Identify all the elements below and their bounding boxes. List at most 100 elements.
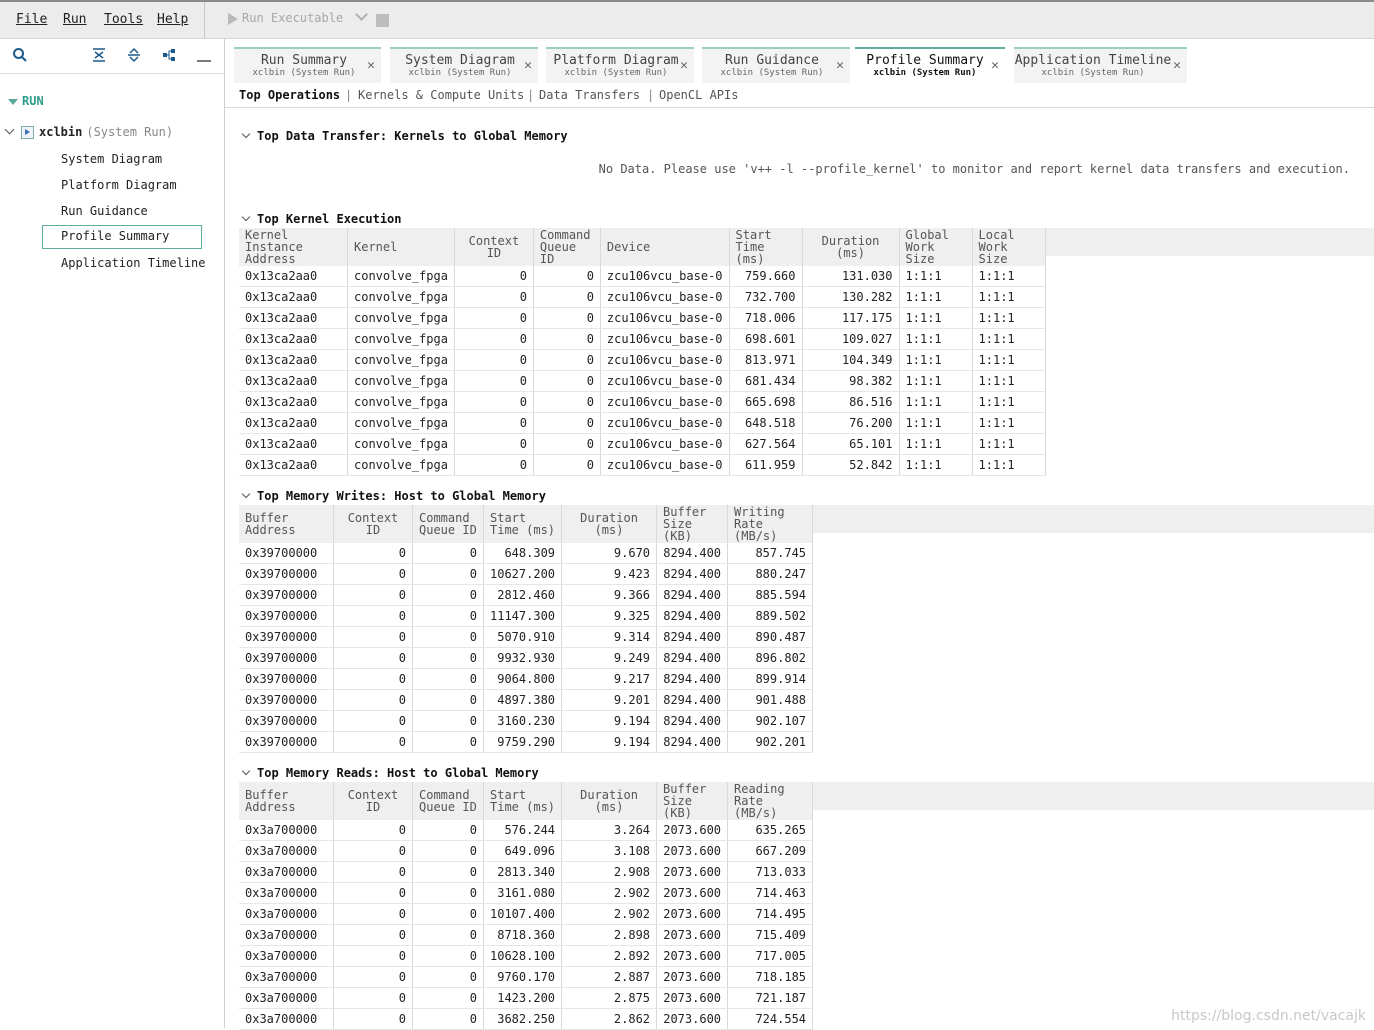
column-header[interactable]: Buffer Size (KB) — [656, 505, 729, 543]
tab-kernels-compute-units[interactable]: Kernels & Compute Units — [358, 88, 524, 102]
column-header[interactable]: Command Queue ID — [412, 782, 484, 820]
sidebar-item-platform-diagram[interactable]: Platform Diagram — [61, 178, 177, 192]
sidebar-item-profile-summary[interactable]: Profile Summary — [42, 225, 202, 249]
column-header[interactable]: Local Work Size — [972, 228, 1046, 266]
column-header[interactable]: Start Time (ms) — [483, 782, 563, 820]
menu-run[interactable]: Run — [63, 12, 86, 27]
section-top-data-transfer[interactable]: Top Data Transfer: Kernels to Global Mem… — [241, 129, 568, 143]
run-section-header[interactable]: RUN — [8, 94, 44, 108]
section-top-kernel-execution[interactable]: Top Kernel Execution — [241, 212, 402, 226]
tab-system-diagram[interactable]: System Diagram xclbin (System Run) ✕ — [390, 47, 538, 83]
column-header[interactable]: Global Work Size — [899, 228, 973, 266]
tab-run-summary[interactable]: Run Summary xclbin (System Run) ✕ — [234, 47, 381, 83]
search-icon[interactable] — [12, 47, 28, 63]
column-header[interactable]: Buffer Address — [239, 782, 334, 820]
table-row[interactable]: 0x3a700000 0 0 9760.170 2.887 2073.600 718.185 — [239, 966, 814, 988]
table-row[interactable]: 0x13ca2aa0 convolve_fpga 0 0 zcu106vcu_base-… — [239, 391, 1046, 413]
tab-application-timeline[interactable]: Application Timeline xclbin (System Run) ✕ — [1014, 47, 1187, 83]
table-row[interactable]: 0x13ca2aa0 convolve_fpga 0 0 zcu106vcu_base-… — [239, 307, 1046, 329]
table-row[interactable]: 0x13ca2aa0 convolve_fpga 0 0 zcu106vcu_base-… — [239, 370, 1046, 392]
sidebar-item-application-timeline[interactable]: Application Timeline — [61, 256, 206, 270]
stop-icon[interactable] — [376, 14, 389, 27]
table-row[interactable]: 0x13ca2aa0 convolve_fpga 0 0 zcu106vcu_base-… — [239, 286, 1046, 308]
column-header[interactable]: Writing Rate (MB/s) — [727, 505, 814, 543]
column-header[interactable]: Duration (ms) — [802, 228, 900, 266]
close-icon[interactable]: ✕ — [524, 58, 532, 73]
table-row[interactable]: 0x13ca2aa0 convolve_fpga 0 0 zcu106vcu_base-… — [239, 412, 1046, 434]
close-icon[interactable]: ✕ — [1173, 58, 1181, 73]
close-icon[interactable]: ✕ — [991, 58, 999, 73]
column-header[interactable]: Start Time (ms) — [483, 505, 563, 543]
chevron-down-icon[interactable] — [241, 766, 251, 776]
menu-tools[interactable]: Tools — [104, 12, 143, 27]
column-header[interactable]: Kernel — [347, 228, 455, 266]
table-row[interactable]: 0x13ca2aa0 convolve_fpga 0 0 zcu106vcu_base-… — [239, 266, 1046, 287]
table-row[interactable]: 0x39700000 0 0 9759.290 9.194 8294.400 902.201 — [239, 731, 814, 753]
xclbin-tree-node[interactable]: xclbin (System Run) — [4, 124, 173, 139]
table-row[interactable]: 0x3a700000 0 0 8718.360 2.898 2073.600 715.409 — [239, 924, 814, 946]
chevron-down-icon[interactable] — [355, 8, 369, 21]
chevron-down-icon[interactable] — [241, 129, 251, 139]
table-row[interactable]: 0x39700000 0 0 5070.910 9.314 8294.400 890.487 — [239, 626, 814, 648]
table-row[interactable]: 0x3a700000 0 0 1423.200 2.875 2073.600 721.187 — [239, 987, 814, 1009]
column-header[interactable]: Reading Rate (MB/s) — [727, 782, 814, 820]
sidebar-item-run-guidance[interactable]: Run Guidance — [61, 204, 148, 218]
tab-top-operations[interactable]: Top Operations — [239, 88, 340, 102]
column-header[interactable]: Duration (ms) — [561, 782, 658, 820]
menu-file[interactable]: File — [16, 12, 47, 27]
tab-profile-summary[interactable]: Profile Summary xclbin (System Run) ✕ — [855, 47, 1005, 83]
play-icon — [228, 12, 238, 25]
table-row[interactable]: 0x13ca2aa0 convolve_fpga 0 0 zcu106vcu_base-… — [239, 328, 1046, 350]
expand-all-icon[interactable] — [126, 47, 142, 63]
table-row[interactable]: 0x39700000 0 0 9064.800 9.217 8294.400 899.914 — [239, 668, 814, 690]
table-row[interactable]: 0x13ca2aa0 convolve_fpga 0 0 zcu106vcu_base-… — [239, 433, 1046, 455]
table-row[interactable]: 0x39700000 0 0 648.309 9.670 8294.400 857.745 — [239, 543, 814, 564]
table-row[interactable]: 0x3a700000 0 0 576.244 3.264 2073.600 635.265 — [239, 820, 814, 841]
column-header[interactable]: Kernel Instance Address — [239, 228, 348, 266]
table-row[interactable]: 0x3a700000 0 0 3682.250 2.862 2073.600 724.554 — [239, 1008, 814, 1030]
column-header[interactable]: Start Time (ms) — [729, 228, 803, 266]
sidebar-item-system-diagram[interactable]: System Diagram — [61, 152, 162, 166]
close-icon[interactable]: ✕ — [836, 58, 844, 73]
table-cell: 109.027 — [802, 328, 900, 350]
column-header[interactable]: Command Queue ID — [412, 505, 484, 543]
column-header[interactable]: Device — [600, 228, 730, 266]
section-top-memory-reads[interactable]: Top Memory Reads: Host to Global Memory — [241, 766, 539, 780]
hierarchy-icon[interactable] — [161, 47, 177, 63]
table-row[interactable]: 0x13ca2aa0 convolve_fpga 0 0 zcu106vcu_base-… — [239, 454, 1046, 476]
run-executable-button[interactable]: Run Executable — [228, 8, 369, 25]
close-icon[interactable]: ✕ — [680, 58, 688, 73]
section-top-memory-writes[interactable]: Top Memory Writes: Host to Global Memory — [241, 489, 546, 503]
tab-opencl-apis[interactable]: OpenCL APIs — [659, 88, 738, 102]
table-row[interactable]: 0x39700000 0 0 2812.460 9.366 8294.400 885.594 — [239, 584, 814, 606]
column-header[interactable]: Context ID — [333, 505, 413, 543]
tab-data-transfers[interactable]: Data Transfers — [539, 88, 640, 102]
column-header[interactable]: Context ID — [454, 228, 534, 266]
table-row[interactable]: 0x13ca2aa0 convolve_fpga 0 0 zcu106vcu_base-… — [239, 349, 1046, 371]
table-row[interactable]: 0x39700000 0 0 3160.230 9.194 8294.400 902.107 — [239, 710, 814, 732]
chevron-down-icon[interactable] — [241, 212, 251, 222]
tab-platform-diagram[interactable]: Platform Diagram xclbin (System Run) ✕ — [546, 47, 694, 83]
minimize-icon[interactable] — [196, 47, 212, 63]
collapse-all-icon[interactable] — [91, 47, 107, 63]
column-header[interactable]: Buffer Size (KB) — [656, 782, 729, 820]
table-row[interactable]: 0x3a700000 0 0 3161.080 2.902 2073.600 714.463 — [239, 882, 814, 904]
menu-help[interactable]: Help — [157, 12, 188, 27]
table-row[interactable]: 0x3a700000 0 0 10628.100 2.892 2073.600 717.00… — [239, 945, 814, 967]
table-cell: 715.409 — [727, 924, 814, 946]
chevron-down-icon[interactable] — [4, 124, 15, 135]
column-header[interactable]: Buffer Address — [239, 505, 334, 543]
column-header[interactable]: Command Queue ID — [533, 228, 601, 266]
table-row[interactable]: 0x39700000 0 0 9932.930 9.249 8294.400 896.802 — [239, 647, 814, 669]
table-row[interactable]: 0x3a700000 0 0 649.096 3.108 2073.600 667.209 — [239, 840, 814, 862]
table-row[interactable]: 0x3a700000 0 0 10107.400 2.902 2073.600 714.49… — [239, 903, 814, 925]
column-header[interactable]: Context ID — [333, 782, 413, 820]
column-header[interactable]: Duration (ms) — [561, 505, 658, 543]
table-row[interactable]: 0x39700000 0 0 10627.200 9.423 8294.400 880.24… — [239, 563, 814, 585]
tab-run-guidance[interactable]: Run Guidance xclbin (System Run) ✕ — [702, 47, 850, 83]
table-row[interactable]: 0x39700000 0 0 4897.380 9.201 8294.400 901.488 — [239, 689, 814, 711]
table-row[interactable]: 0x39700000 0 0 11147.300 9.325 8294.400 889.50… — [239, 605, 814, 627]
chevron-down-icon[interactable] — [241, 489, 251, 499]
close-icon[interactable]: ✕ — [367, 58, 375, 73]
table-row[interactable]: 0x3a700000 0 0 2813.340 2.908 2073.600 713.033 — [239, 861, 814, 883]
